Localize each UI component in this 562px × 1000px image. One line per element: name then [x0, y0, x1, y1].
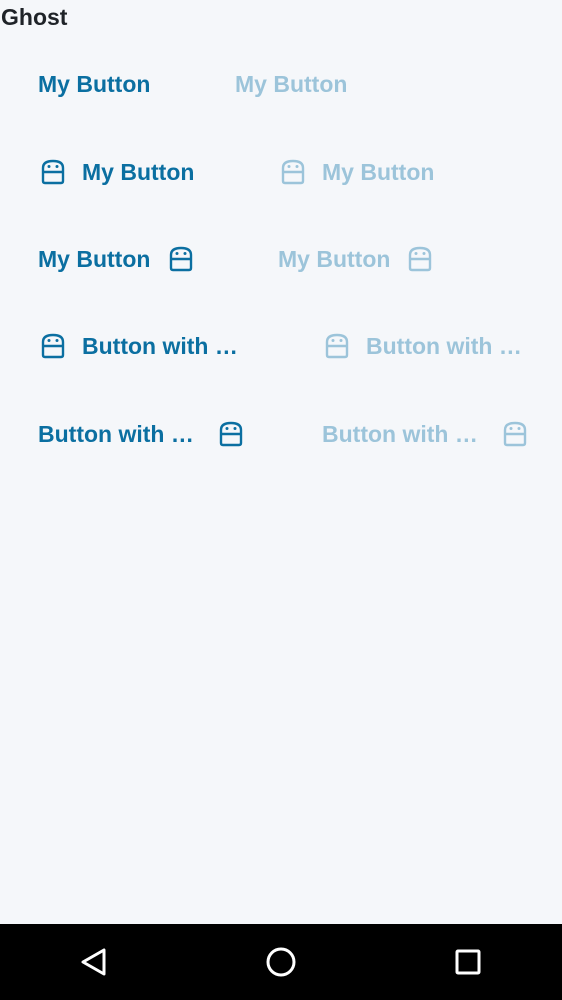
ghost-button-icon-left-enabled[interactable]: My Button [39, 152, 194, 192]
home-circle-icon[interactable] [261, 942, 301, 982]
android-icon [167, 245, 195, 273]
ghost-button-long-icon-right-enabled[interactable]: Button with … [38, 414, 245, 454]
button-label: My Button [82, 159, 195, 185]
ghost-button-long-icon-left-enabled[interactable]: Button with … [39, 326, 238, 366]
android-icon [323, 332, 351, 360]
system-navigation-bar [0, 924, 562, 1000]
button-label: Button with … [322, 421, 478, 447]
ghost-button-icon-left-disabled[interactable]: My Button [279, 152, 434, 192]
ghost-button-icon-right-disabled[interactable]: My Button [278, 239, 434, 279]
button-label: Button with … [38, 421, 194, 447]
button-label: My Button [278, 246, 391, 272]
android-icon [406, 245, 434, 273]
ghost-button-enabled[interactable]: My Button [38, 64, 150, 104]
ghost-button-long-icon-left-disabled[interactable]: Button with … [323, 326, 522, 366]
android-icon [217, 420, 245, 448]
android-icon [39, 332, 67, 360]
ghost-button-icon-right-enabled[interactable]: My Button [38, 239, 195, 279]
recents-square-icon[interactable] [448, 942, 488, 982]
page-title: Ghost [1, 4, 68, 30]
ghost-button-disabled[interactable]: My Button [235, 64, 347, 104]
button-label: My Button [38, 246, 151, 272]
button-label: My Button [235, 71, 348, 97]
button-label: My Button [322, 159, 435, 185]
button-label: Button with … [366, 333, 522, 359]
back-triangle-icon[interactable] [74, 942, 114, 982]
ghost-button-long-icon-right-disabled[interactable]: Button with … [322, 414, 529, 454]
button-label: Button with … [82, 333, 238, 359]
android-icon [501, 420, 529, 448]
android-icon [39, 158, 67, 186]
button-label: My Button [38, 71, 151, 97]
android-icon [279, 158, 307, 186]
